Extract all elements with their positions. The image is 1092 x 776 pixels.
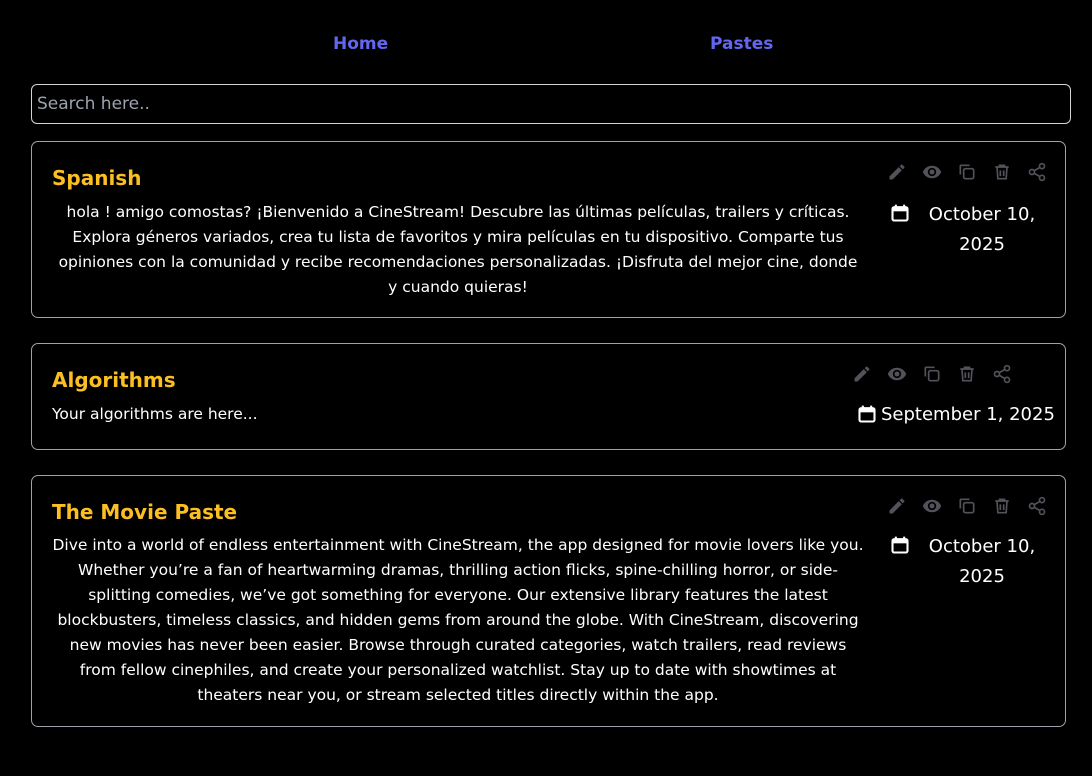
- paste-date-text: October 10, 2025: [928, 204, 1036, 255]
- paste-content: hola ! amigo comostas? ¡Bienvenido a Cin…: [58, 203, 858, 296]
- edit-icon[interactable]: [852, 364, 874, 386]
- nav-link-pastes[interactable]: Pastes: [710, 34, 773, 54]
- paste-date-text: September 1, 2025: [881, 404, 1055, 425]
- eye-icon[interactable]: [922, 162, 944, 184]
- paste-actions: [851, 364, 1021, 386]
- paste-date-text: October 10, 2025: [928, 536, 1036, 587]
- share-icon[interactable]: [1027, 496, 1049, 518]
- share-icon[interactable]: [1027, 162, 1049, 184]
- eye-icon[interactable]: [887, 364, 909, 386]
- share-icon[interactable]: [992, 364, 1014, 386]
- copy-icon[interactable]: [922, 364, 944, 386]
- trash-icon[interactable]: [957, 364, 979, 386]
- paste-actions: [886, 496, 1056, 518]
- paste-title: Spanish: [52, 166, 142, 190]
- trash-icon[interactable]: [992, 162, 1014, 184]
- paste-content: Dive into a world of endless entertainme…: [52, 536, 864, 704]
- paste-title: Algorithms: [52, 368, 176, 392]
- paste-content: Your algorithms are here...: [52, 405, 258, 423]
- nav-link-home[interactable]: Home: [333, 34, 388, 54]
- paste-title: The Movie Paste: [52, 500, 238, 524]
- paste-card: The Movie Paste Dive into a world of end…: [31, 475, 1066, 727]
- edit-icon[interactable]: [887, 162, 909, 184]
- calendar-icon: [890, 202, 910, 224]
- paste-date: September 1, 2025: [857, 400, 1057, 430]
- trash-icon[interactable]: [992, 496, 1014, 518]
- paste-card: Algorithms Your algorithms are here... S…: [31, 343, 1066, 450]
- search-input[interactable]: [31, 84, 1071, 124]
- copy-icon[interactable]: [957, 496, 979, 518]
- copy-icon[interactable]: [957, 162, 979, 184]
- eye-icon[interactable]: [922, 496, 944, 518]
- calendar-icon: [890, 534, 910, 556]
- paste-date: October 10, 2025: [890, 200, 1050, 260]
- calendar-icon: [857, 403, 877, 425]
- paste-card: Spanish hola ! amigo comostas? ¡Bienveni…: [31, 141, 1066, 318]
- edit-icon[interactable]: [887, 496, 909, 518]
- paste-date: October 10, 2025: [890, 532, 1050, 592]
- top-nav: Home Pastes: [0, 34, 1092, 58]
- paste-actions: [886, 162, 1056, 184]
